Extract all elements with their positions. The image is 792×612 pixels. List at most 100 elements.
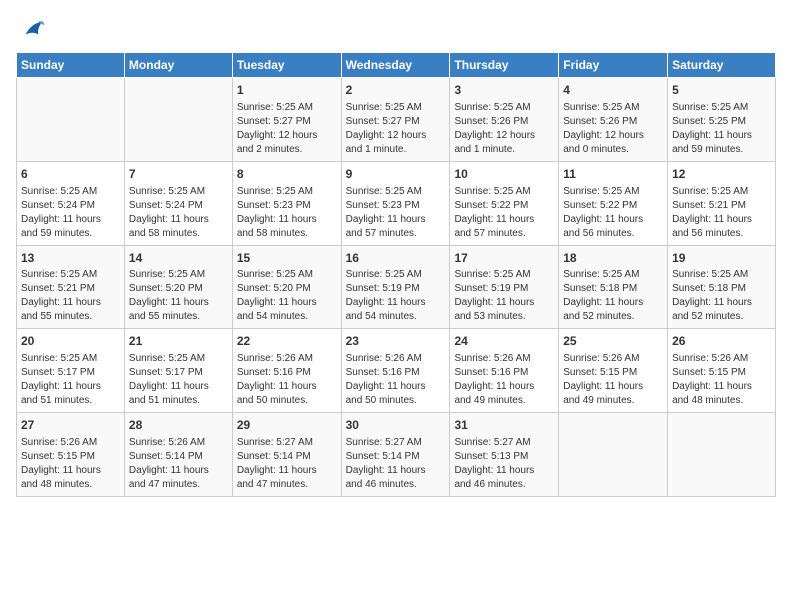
header-cell-saturday: Saturday [668,53,776,78]
cell-info: Sunrise: 5:26 AMSunset: 5:16 PMDaylight:… [454,352,554,408]
cell-info: Sunrise: 5:25 AMSunset: 5:20 PMDaylight:… [237,268,337,324]
cell-info: Sunrise: 5:25 AMSunset: 5:22 PMDaylight:… [454,185,554,241]
calendar-cell [668,413,776,497]
day-number: 7 [129,166,228,183]
calendar-cell: 20 Sunrise: 5:25 AMSunset: 5:17 PMDayligh… [17,329,125,413]
cell-info: Sunrise: 5:25 AMSunset: 5:18 PMDaylight:… [563,268,663,324]
day-number: 16 [346,250,446,267]
week-row-2: 6 Sunrise: 5:25 AMSunset: 5:24 PMDaylight… [17,161,776,245]
calendar-cell: 6 Sunrise: 5:25 AMSunset: 5:24 PMDaylight… [17,161,125,245]
week-row-1: 1 Sunrise: 5:25 AMSunset: 5:27 PMDaylight… [17,78,776,162]
header-cell-thursday: Thursday [450,53,559,78]
page-header [16,16,776,44]
day-number: 30 [346,417,446,434]
calendar-cell: 13Sunrise: 5:25 AMSunset: 5:21 PMDayligh… [17,245,125,329]
calendar-cell: 7Sunrise: 5:25 AMSunset: 5:24 PMDaylight… [124,161,232,245]
day-number: 1 [237,82,337,99]
day-number: 19 [672,250,771,267]
cell-info: Sunrise: 5:25 AMSunset: 5:17 PMDaylight:… [21,352,120,408]
day-number: 10 [454,166,554,183]
week-row-4: 20 Sunrise: 5:25 AMSunset: 5:17 PMDayligh… [17,329,776,413]
calendar-table: SundayMondayTuesdayWednesdayThursdayFrid… [16,52,776,497]
day-number: 9 [346,166,446,183]
cell-info: Sunrise: 5:25 AMSunset: 5:26 PMDaylight:… [563,101,663,157]
day-number: 31 [454,417,554,434]
cell-info: Sunrise: 5:25 AMSunset: 5:19 PMDaylight:… [454,268,554,324]
day-number: 20 [21,333,120,350]
cell-info: Sunrise: 5:26 AMSunset: 5:15 PMDaylight:… [563,352,663,408]
header-cell-sunday: Sunday [17,53,125,78]
calendar-cell: 19Sunrise: 5:25 AMSunset: 5:18 PMDayligh… [668,245,776,329]
calendar-cell: 17Sunrise: 5:25 AMSunset: 5:19 PMDayligh… [450,245,559,329]
header-cell-tuesday: Tuesday [232,53,341,78]
cell-info: Sunrise: 5:25 AMSunset: 5:23 PMDaylight:… [346,185,446,241]
header-cell-friday: Friday [559,53,668,78]
day-number: 14 [129,250,228,267]
day-number: 8 [237,166,337,183]
cell-info: Sunrise: 5:27 AMSunset: 5:13 PMDaylight:… [454,436,554,492]
day-number: 13 [21,250,120,267]
cell-info: Sunrise: 5:25 AMSunset: 5:22 PMDaylight:… [563,185,663,241]
calendar-cell: 15Sunrise: 5:25 AMSunset: 5:20 PMDayligh… [232,245,341,329]
week-row-3: 13Sunrise: 5:25 AMSunset: 5:21 PMDayligh… [17,245,776,329]
calendar-cell: 27 Sunrise: 5:26 AMSunset: 5:15 PMDayligh… [17,413,125,497]
calendar-cell: 2 Sunrise: 5:25 AMSunset: 5:27 PMDaylight… [341,78,450,162]
calendar-cell: 1 Sunrise: 5:25 AMSunset: 5:27 PMDaylight… [232,78,341,162]
calendar-cell [559,413,668,497]
cell-info: Sunrise: 5:26 AMSunset: 5:15 PMDaylight:… [21,436,120,492]
calendar-cell: 5 Sunrise: 5:25 AMSunset: 5:25 PMDaylight… [668,78,776,162]
cell-info: Sunrise: 5:25 AMSunset: 5:24 PMDaylight:… [21,185,120,241]
cell-info: Sunrise: 5:27 AMSunset: 5:14 PMDaylight:… [237,436,337,492]
day-number: 18 [563,250,663,267]
cell-info: Sunrise: 5:25 AMSunset: 5:21 PMDaylight:… [21,268,120,324]
day-number: 22 [237,333,337,350]
calendar-cell: 23 Sunrise: 5:26 AMSunset: 5:16 PMDayligh… [341,329,450,413]
day-number: 12 [672,166,771,183]
logo-bird-icon [18,16,46,44]
day-number: 17 [454,250,554,267]
calendar-cell: 12Sunrise: 5:25 AMSunset: 5:21 PMDayligh… [668,161,776,245]
day-number: 5 [672,82,771,99]
calendar-cell: 14Sunrise: 5:25 AMSunset: 5:20 PMDayligh… [124,245,232,329]
header-row: SundayMondayTuesdayWednesdayThursdayFrid… [17,53,776,78]
cell-info: Sunrise: 5:25 AMSunset: 5:27 PMDaylight:… [346,101,446,157]
week-row-5: 27 Sunrise: 5:26 AMSunset: 5:15 PMDayligh… [17,413,776,497]
day-number: 21 [129,333,228,350]
cell-info: Sunrise: 5:25 AMSunset: 5:27 PMDaylight:… [237,101,337,157]
calendar-cell: 28Sunrise: 5:26 AMSunset: 5:14 PMDayligh… [124,413,232,497]
calendar-cell: 8 Sunrise: 5:25 AMSunset: 5:23 PMDaylight… [232,161,341,245]
cell-info: Sunrise: 5:25 AMSunset: 5:18 PMDaylight:… [672,268,771,324]
day-number: 4 [563,82,663,99]
cell-info: Sunrise: 5:25 AMSunset: 5:25 PMDaylight:… [672,101,771,157]
day-number: 11 [563,166,663,183]
cell-info: Sunrise: 5:25 AMSunset: 5:26 PMDaylight:… [454,101,554,157]
calendar-cell: 25 Sunrise: 5:26 AMSunset: 5:15 PMDayligh… [559,329,668,413]
day-number: 2 [346,82,446,99]
header-cell-monday: Monday [124,53,232,78]
calendar-cell: 3 Sunrise: 5:25 AMSunset: 5:26 PMDaylight… [450,78,559,162]
day-number: 6 [21,166,120,183]
day-number: 15 [237,250,337,267]
calendar-cell: 30 Sunrise: 5:27 AMSunset: 5:14 PMDayligh… [341,413,450,497]
cell-info: Sunrise: 5:26 AMSunset: 5:15 PMDaylight:… [672,352,771,408]
calendar-cell: 10 Sunrise: 5:25 AMSunset: 5:22 PMDayligh… [450,161,559,245]
cell-info: Sunrise: 5:25 AMSunset: 5:17 PMDaylight:… [129,352,228,408]
cell-info: Sunrise: 5:25 AMSunset: 5:23 PMDaylight:… [237,185,337,241]
calendar-cell [124,78,232,162]
day-number: 25 [563,333,663,350]
calendar-cell: 16Sunrise: 5:25 AMSunset: 5:19 PMDayligh… [341,245,450,329]
calendar-cell: 22Sunrise: 5:26 AMSunset: 5:16 PMDayligh… [232,329,341,413]
day-number: 29 [237,417,337,434]
calendar-cell: 4 Sunrise: 5:25 AMSunset: 5:26 PMDaylight… [559,78,668,162]
day-number: 27 [21,417,120,434]
day-number: 24 [454,333,554,350]
calendar-cell: 31 Sunrise: 5:27 AMSunset: 5:13 PMDayligh… [450,413,559,497]
calendar-cell: 9 Sunrise: 5:25 AMSunset: 5:23 PMDaylight… [341,161,450,245]
cell-info: Sunrise: 5:27 AMSunset: 5:14 PMDaylight:… [346,436,446,492]
cell-info: Sunrise: 5:26 AMSunset: 5:16 PMDaylight:… [346,352,446,408]
calendar-cell: 29 Sunrise: 5:27 AMSunset: 5:14 PMDayligh… [232,413,341,497]
day-number: 23 [346,333,446,350]
day-number: 3 [454,82,554,99]
calendar-cell: 21 Sunrise: 5:25 AMSunset: 5:17 PMDayligh… [124,329,232,413]
calendar-cell: 11 Sunrise: 5:25 AMSunset: 5:22 PMDayligh… [559,161,668,245]
